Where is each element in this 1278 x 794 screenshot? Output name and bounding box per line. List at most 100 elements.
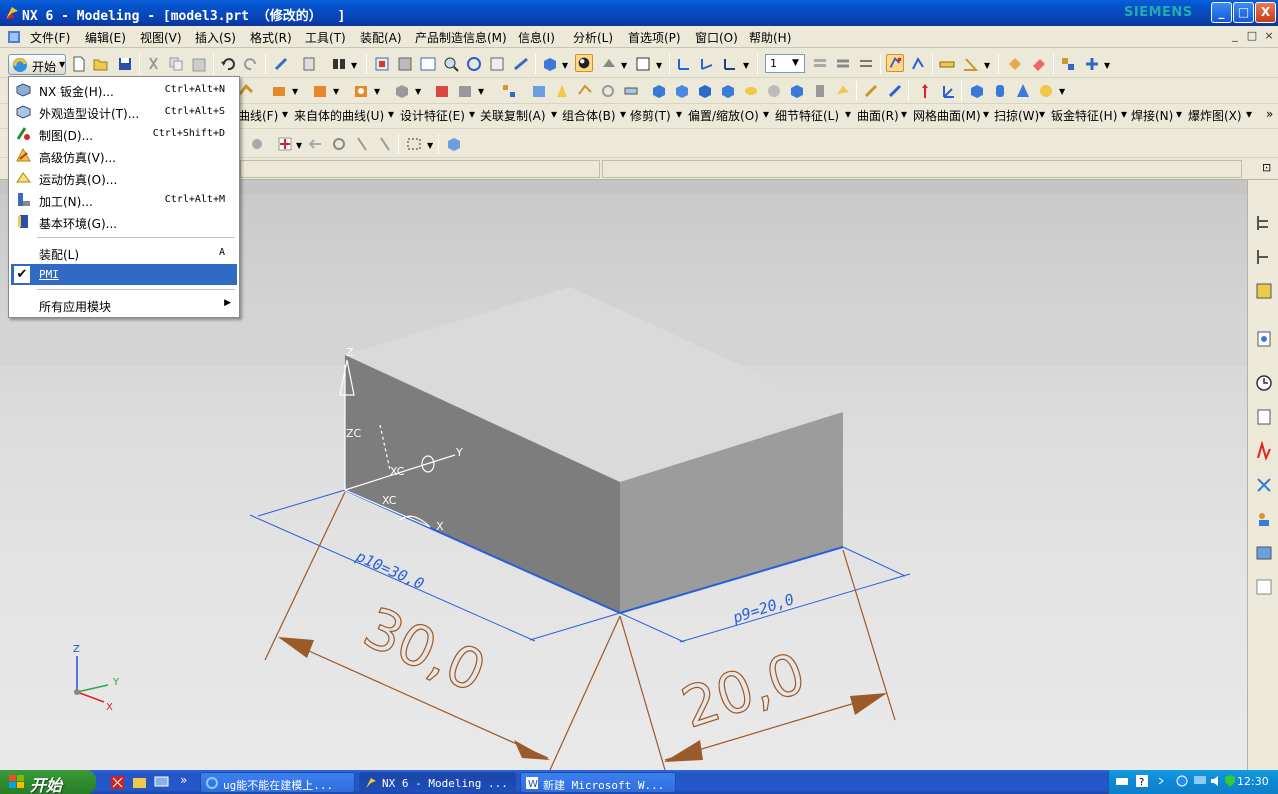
menu-help[interactable]: 帮助(H) [749, 29, 791, 46]
cmd-mesh-surface[interactable]: 网格曲面(M) [913, 107, 981, 124]
dropdown-arrow-icon[interactable]: ▼ [743, 61, 749, 70]
dropdown-arrow-icon[interactable]: ▾ [469, 107, 475, 121]
menu-item-assembly[interactable]: 装配(L) A [11, 242, 237, 263]
dropdown-arrow-icon[interactable]: ▾ [845, 107, 851, 121]
selection-filter-icon[interactable] [909, 55, 927, 73]
minimize-button[interactable]: _ [1211, 2, 1232, 23]
redo-icon[interactable] [242, 55, 260, 73]
security-shield-icon[interactable] [1223, 774, 1237, 788]
block-icon[interactable] [650, 82, 668, 100]
cmd-design-feature[interactable]: 设计特征(E) [400, 107, 465, 124]
save-icon[interactable] [116, 55, 134, 73]
dropdown-arrow-icon[interactable]: ▼ [656, 61, 662, 70]
cmd-sweep[interactable]: 扫掠(W) [994, 107, 1039, 124]
revolve-icon[interactable] [311, 82, 329, 100]
boolean-icon[interactable] [393, 82, 411, 100]
menu-window[interactable]: 窗口(O) [695, 29, 738, 46]
mdi-restore-button[interactable]: □ [1245, 29, 1259, 43]
constraint-navigator-icon[interactable] [1254, 247, 1274, 267]
thread-icon[interactable] [622, 82, 640, 100]
undo-icon[interactable] [219, 55, 237, 73]
edit-object-icon[interactable] [300, 55, 318, 73]
point-constructor-icon[interactable] [276, 135, 294, 153]
keyboard-icon[interactable] [1115, 774, 1129, 788]
reuse-library-icon[interactable] [1254, 329, 1274, 349]
pad-icon[interactable] [788, 82, 806, 100]
dropdown-arrow-icon[interactable]: ▼ [984, 61, 990, 70]
part-navigator-icon[interactable] [1254, 281, 1274, 301]
dropdown-arrow-icon[interactable]: ▾ [620, 107, 626, 121]
extrude-icon[interactable] [270, 82, 288, 100]
wcs-origin-icon[interactable] [675, 55, 693, 73]
dropdown-arrow-icon[interactable]: ▼ [415, 87, 421, 96]
quicklaunch-folder-icon[interactable] [132, 775, 147, 790]
web-browser-icon[interactable] [1254, 577, 1274, 597]
cmd-surface[interactable]: 曲面(R) [857, 107, 899, 124]
mdi-minimize-button[interactable]: _ [1228, 29, 1242, 43]
menu-format[interactable]: 格式(R) [250, 29, 292, 46]
snap-point-icon[interactable] [886, 54, 904, 72]
system-scene-icon[interactable] [1254, 543, 1274, 563]
menu-item-all-applications[interactable]: 所有应用模块 ▶ [11, 294, 237, 315]
wcs-rotate-icon[interactable] [698, 55, 716, 73]
copy-icon[interactable] [167, 55, 185, 73]
fit-window-icon[interactable]: ⊡ [1262, 161, 1271, 174]
cmd-curve-from-body[interactable]: 来自体的曲线(U) [294, 107, 384, 124]
pocket-icon[interactable] [765, 82, 783, 100]
dropdown-arrow-icon[interactable]: ▼ [333, 87, 339, 96]
datum-csys-icon[interactable] [939, 82, 957, 100]
quick-pick-icon[interactable] [330, 135, 348, 153]
cmd-combine[interactable]: 组合体(B) [562, 107, 616, 124]
render-style-icon[interactable] [575, 54, 593, 72]
pan-icon[interactable] [488, 55, 506, 73]
menu-item-motion-simulation[interactable]: 运动仿真(O)... [11, 167, 237, 188]
back-icon[interactable] [307, 135, 325, 153]
dropdown-arrow-icon[interactable]: ▼ [621, 61, 627, 70]
repeat-command-icon[interactable] [272, 55, 290, 73]
menu-item-shape-studio[interactable]: 外观造型设计(T)... Ctrl+Alt+S [11, 101, 237, 122]
maximize-button[interactable]: □ [1233, 2, 1254, 23]
taskbar-item-browser[interactable]: ug能不能在建模上... [200, 772, 355, 793]
cone-icon[interactable] [696, 82, 714, 100]
dropdown-arrow-icon[interactable]: ▼ [292, 87, 298, 96]
menu-tools[interactable]: 工具(T) [305, 29, 346, 46]
dropdown-arrow-icon[interactable]: ▾ [1121, 107, 1127, 121]
network-icon[interactable] [1175, 774, 1189, 788]
emboss-icon[interactable] [811, 82, 829, 100]
measure-angle-icon[interactable] [961, 55, 979, 73]
dropdown-arrow-icon[interactable]: ▼ [1059, 87, 1065, 96]
quicklaunch-app-icon[interactable] [110, 775, 125, 790]
layer-settings-icon[interactable] [811, 55, 829, 73]
cone-primitive-icon[interactable] [1014, 82, 1032, 100]
menu-edit[interactable]: 编辑(E) [85, 29, 126, 46]
cmd-sheet-metal-feature[interactable]: 钣金特征(H) [1051, 107, 1117, 124]
pointer-icon[interactable] [353, 135, 371, 153]
help-icon[interactable]: ? [1135, 774, 1149, 788]
assembly-icon[interactable] [1059, 55, 1077, 73]
datum-axis-icon[interactable] [916, 82, 934, 100]
box-primitive-icon[interactable] [968, 82, 986, 100]
cylinder-icon[interactable] [673, 82, 691, 100]
roles-icon[interactable] [1254, 509, 1274, 529]
cmd-detail-feature[interactable]: 细节特征(L) [775, 107, 839, 124]
fit-icon[interactable] [373, 55, 391, 73]
find-icon[interactable] [330, 55, 348, 73]
chamfer-icon[interactable] [553, 82, 571, 100]
system-materials-icon[interactable] [1254, 407, 1274, 427]
cmd-offset-scale[interactable]: 偏置/缩放(O) [688, 107, 759, 124]
edge-blend-icon[interactable] [530, 82, 548, 100]
magnify-icon[interactable] [442, 55, 460, 73]
menu-item-pmi[interactable]: ✔ PMI [11, 264, 237, 285]
hand-icon[interactable] [376, 135, 394, 153]
dropdown-arrow-icon[interactable]: ▼ [351, 61, 357, 70]
hole-icon[interactable] [352, 82, 370, 100]
title-bar[interactable]: NX 6 - Modeling - [model3.prt （修改的） ] SI… [0, 0, 1278, 26]
menu-information[interactable]: 信息(I) [518, 29, 555, 46]
offset-face-icon[interactable] [599, 82, 617, 100]
shaded-icon[interactable] [600, 55, 618, 73]
taskbar-item-word[interactable]: W 新建 Microsoft W... [520, 772, 676, 793]
shell-icon[interactable] [433, 82, 451, 100]
menu-assembly[interactable]: 装配(A) [360, 29, 402, 46]
draft-icon[interactable] [576, 82, 594, 100]
menu-item-sheet-metal[interactable]: NX 钣金(H)... Ctrl+Alt+N [11, 79, 237, 100]
